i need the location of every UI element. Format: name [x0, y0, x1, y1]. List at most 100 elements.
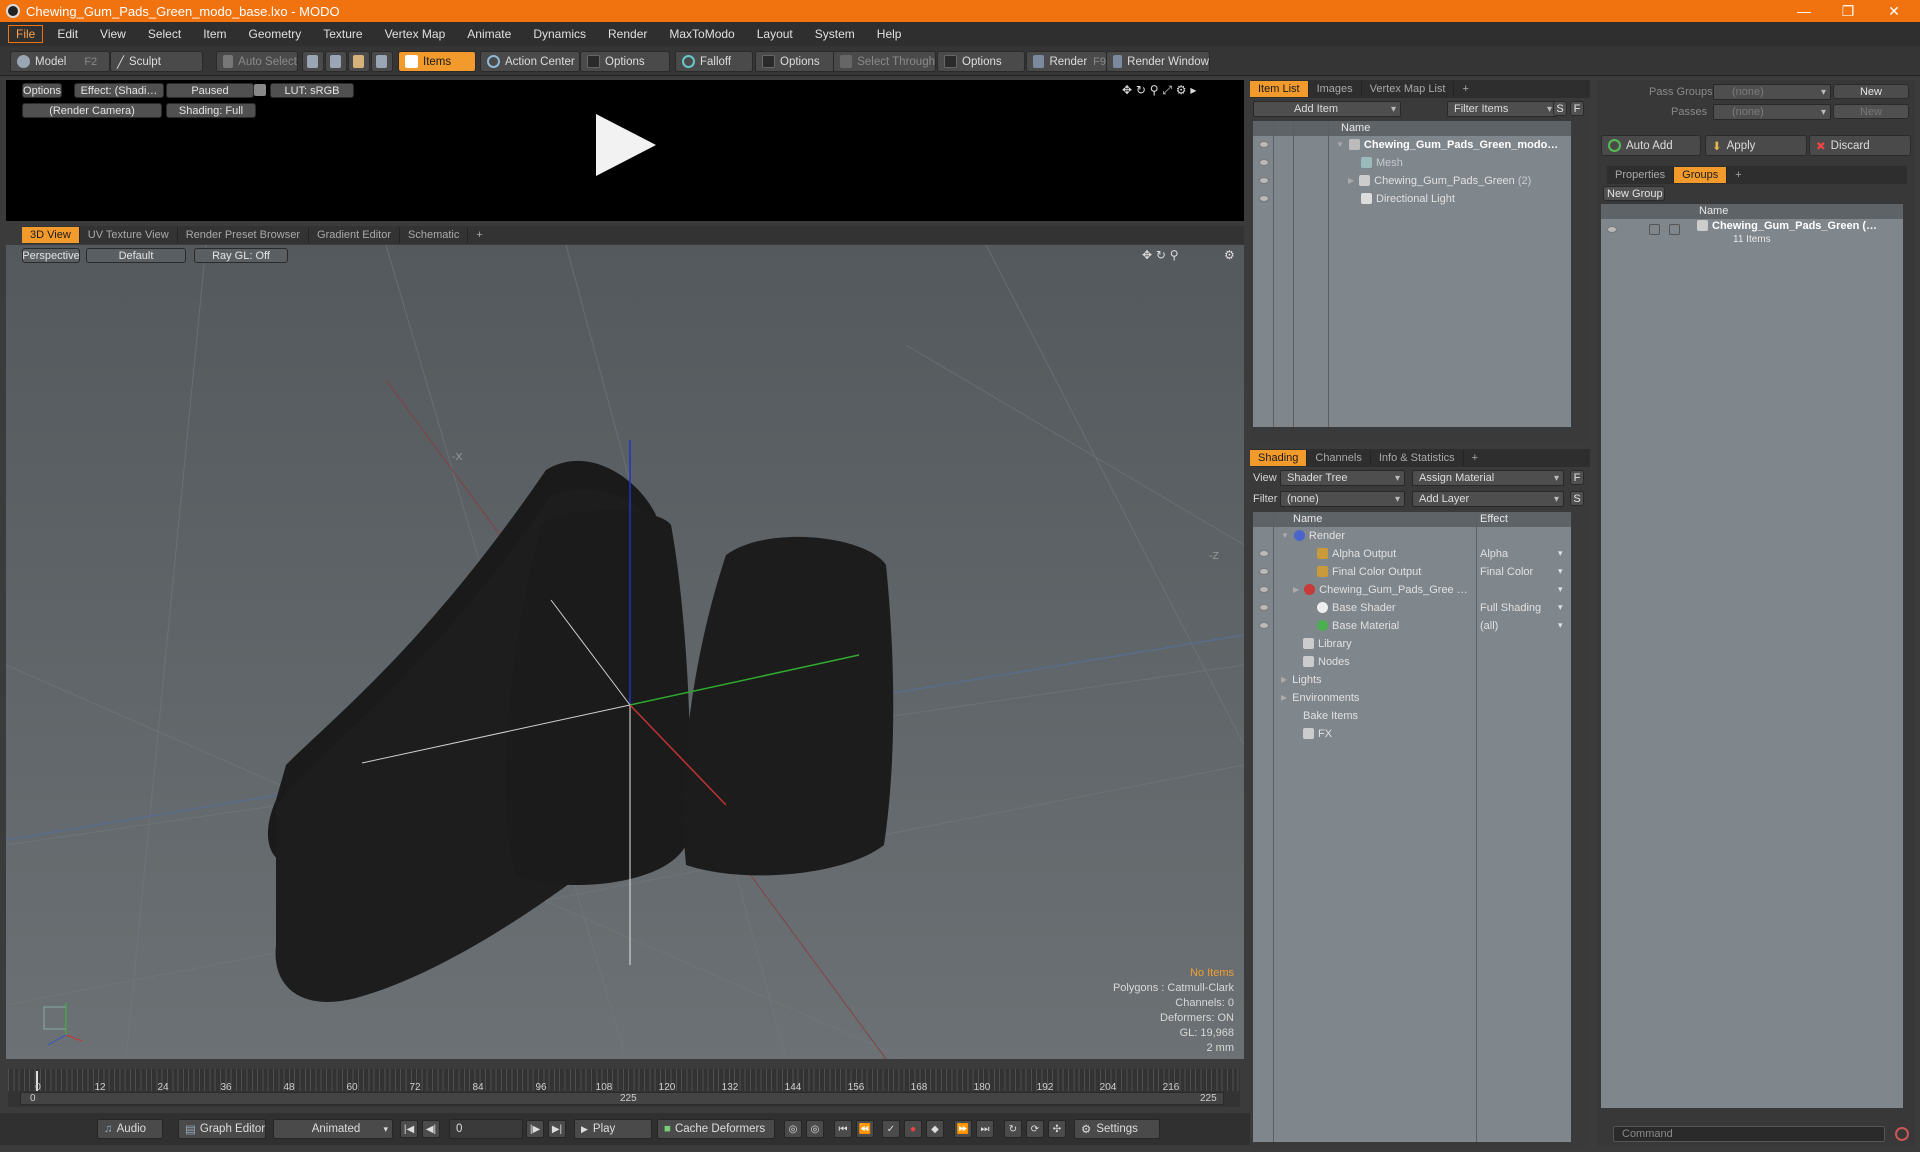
tab-schematic[interactable]: Schematic [400, 227, 469, 243]
audio-button[interactable]: ♫ Audio [97, 1119, 163, 1139]
key-icon[interactable]: ◆ [926, 1120, 944, 1138]
polygons-mode-button[interactable] [348, 51, 370, 72]
select-through-button[interactable]: Select Through [833, 51, 936, 72]
apply-button[interactable]: ⬇ Apply [1705, 135, 1807, 156]
loop-icon[interactable]: ↻ [1004, 1120, 1022, 1138]
vertices-mode-button[interactable] [302, 51, 324, 72]
item-row-group[interactable]: ▶ Chewing_Gum_Pads_Green (2) [1348, 173, 1531, 188]
select-checkbox[interactable] [1669, 224, 1680, 235]
effect-cell[interactable]: Alpha ▾ [1480, 546, 1563, 561]
menu-render[interactable]: Render [600, 25, 655, 43]
items-mode-button[interactable]: Items [398, 51, 476, 72]
visibility-eye-icon[interactable] [1259, 141, 1269, 148]
action-center-options-button[interactable]: Options [580, 51, 670, 72]
add-layer-dropdown[interactable]: Add Layer [1412, 491, 1564, 507]
filter-s-button[interactable]: S [1553, 101, 1567, 116]
shader-row-lights[interactable]: ▶ Lights [1281, 672, 1322, 687]
tab-shading[interactable]: Shading [1250, 450, 1308, 466]
graph-editor-button[interactable]: ▤ Graph Editor [178, 1119, 266, 1139]
lut-dropdown[interactable]: LUT: sRGB [270, 83, 354, 98]
lock-checkbox[interactable] [1649, 224, 1660, 235]
effect-cell[interactable]: (all) ▾ [1480, 618, 1563, 633]
keyframe-tool-2-icon[interactable]: ◎ [806, 1120, 824, 1138]
animated-dropdown[interactable]: Animated ▾ [273, 1119, 393, 1139]
item-row-light[interactable]: Directional Light [1361, 191, 1455, 206]
menu-item[interactable]: Item [195, 25, 234, 43]
visibility-eye-icon[interactable] [1259, 159, 1269, 166]
filter-items-field[interactable]: Filter Items [1447, 101, 1557, 117]
first-key-icon[interactable]: ⏮ [834, 1120, 852, 1138]
snap-icon[interactable]: ✣ [1048, 1120, 1066, 1138]
menu-maxtomodo[interactable]: MaxToModo [661, 25, 742, 43]
shader-row-nodes[interactable]: Nodes [1303, 654, 1350, 669]
chevron-down-icon[interactable]: ▾ [1558, 582, 1563, 597]
render-window-button[interactable]: Render Window [1106, 51, 1210, 72]
preview-nav-icons[interactable]: ✥ ↻ ⚲ ⤢ ⚙ ▸ [1122, 82, 1242, 98]
render-button[interactable]: Render F9 [1026, 51, 1107, 72]
frame-field[interactable]: 0 [449, 1119, 523, 1139]
shader-filter-dropdown[interactable]: (none) [1280, 491, 1405, 507]
discard-button[interactable]: ✖ Discard [1809, 135, 1911, 156]
visibility-eye-icon[interactable] [1259, 568, 1269, 575]
effect-cell[interactable]: Full Shading ▾ [1480, 600, 1563, 615]
play-icon[interactable] [590, 110, 660, 180]
play-button[interactable]: ▶ Play [574, 1119, 652, 1139]
tab-vertex-map-list[interactable]: Vertex Map List [1362, 81, 1455, 97]
add-tab-icon[interactable]: + [1727, 167, 1749, 183]
preview-paused-button[interactable]: Paused [166, 83, 254, 98]
shader-row-render[interactable]: ▼ Render [1281, 528, 1345, 543]
pass-groups-dropdown[interactable]: (none) [1713, 84, 1831, 100]
settings-button[interactable]: ⚙ Settings [1074, 1119, 1160, 1139]
item-row-scene[interactable]: ▼ Chewing_Gum_Pads_Green_modo… [1336, 137, 1558, 152]
menu-animate[interactable]: Animate [459, 25, 519, 43]
auto-add-button[interactable]: Auto Add [1601, 135, 1701, 156]
menu-dynamics[interactable]: Dynamics [525, 25, 594, 43]
auto-select-button[interactable]: Auto Select [216, 51, 298, 72]
visibility-eye-icon[interactable] [1259, 604, 1269, 611]
shader-row-fx[interactable]: FX [1303, 726, 1332, 741]
action-center-button[interactable]: Action Center [480, 51, 580, 72]
filter-f-button[interactable]: F [1570, 101, 1584, 116]
visibility-eye-icon[interactable] [1259, 195, 1269, 202]
command-input[interactable]: Command [1613, 1126, 1885, 1142]
prev-key-button[interactable]: ◀| [422, 1120, 440, 1138]
shading-f-button[interactable]: F [1570, 470, 1584, 485]
add-tab-icon[interactable]: + [1454, 81, 1476, 97]
shader-row-bake-items[interactable]: Bake Items [1303, 708, 1358, 723]
cache-deformers-button[interactable]: ■ Cache Deformers [657, 1119, 775, 1139]
passes-dropdown[interactable]: (none) [1713, 104, 1831, 120]
shader-row-base-shader[interactable]: Base Shader [1317, 600, 1396, 615]
lock-icon[interactable] [254, 84, 266, 96]
tab-item-list[interactable]: Item List [1250, 81, 1309, 97]
go-to-end-button[interactable]: ▶| [548, 1120, 566, 1138]
refresh-icon[interactable]: ⟳ [1026, 1120, 1044, 1138]
minimize-button[interactable]: — [1782, 0, 1826, 22]
close-button[interactable]: ✕ [1872, 0, 1916, 22]
materials-mode-button[interactable] [371, 51, 393, 72]
shader-row-base-material[interactable]: Base Material [1317, 618, 1399, 633]
tab-groups[interactable]: Groups [1674, 167, 1728, 183]
falloff-options-button[interactable]: Options [755, 51, 835, 72]
sculpt-mode-button[interactable]: ╱ Sculpt [110, 51, 203, 72]
edges-mode-button[interactable] [325, 51, 347, 72]
shader-row-library[interactable]: Library [1303, 636, 1352, 651]
shading-s-button[interactable]: S [1570, 491, 1584, 506]
item-row-mesh[interactable]: Mesh [1361, 155, 1403, 170]
command-history-icon[interactable] [1895, 1127, 1909, 1141]
preview-options-button[interactable]: Options [22, 83, 62, 98]
model-mode-button[interactable]: Model F2 [10, 51, 110, 72]
prev-key-icon[interactable]: ⏪ [856, 1120, 874, 1138]
visibility-eye-icon[interactable] [1259, 622, 1269, 629]
tab-gradient-editor[interactable]: Gradient Editor [309, 227, 400, 243]
menu-help[interactable]: Help [869, 25, 910, 43]
tab-images[interactable]: Images [1309, 81, 1362, 97]
visibility-eye-icon[interactable] [1259, 177, 1269, 184]
select-options-button[interactable]: Options [937, 51, 1025, 72]
shader-row-environments[interactable]: ▶ Environments [1281, 690, 1359, 705]
menu-file[interactable]: File [8, 25, 44, 43]
preview-effect-dropdown[interactable]: Effect: (Shadi… [74, 83, 164, 98]
add-item-dropdown[interactable]: Add Item [1253, 101, 1401, 117]
viewport-nav-icons[interactable]: ✥ ↻ ⚲ [1142, 248, 1179, 262]
auto-key-icon[interactable]: ✓ [882, 1120, 900, 1138]
add-tab-icon[interactable]: + [468, 227, 490, 243]
